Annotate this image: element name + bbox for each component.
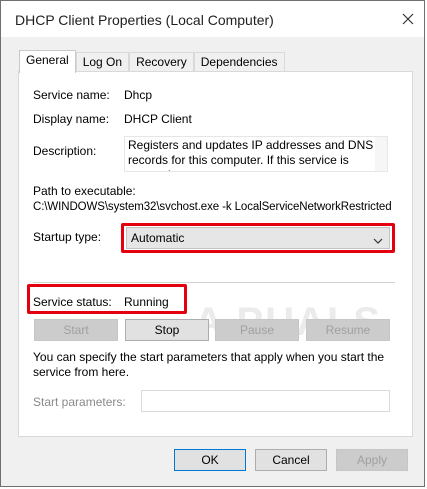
startup-type-label: Startup type: [33, 230, 102, 244]
general-panel: Service name: Dhcp Display name: DHCP Cl… [18, 71, 413, 437]
path-value[interactable]: C:\WINDOWS\system32\svchost.exe -k Local… [33, 201, 395, 213]
description-text: Registers and updates IP addresses and D… [128, 138, 374, 171]
apply-button[interactable]: Apply [336, 449, 408, 471]
display-name-label: Display name: [33, 112, 110, 126]
start-button[interactable]: Start [34, 319, 118, 341]
properties-dialog: DHCP Client Properties (Local Computer) … [0, 0, 425, 487]
description-scrollbar[interactable] [375, 137, 387, 171]
start-params-input[interactable] [141, 390, 390, 412]
stop-button[interactable]: Stop [125, 319, 209, 341]
close-icon[interactable] [400, 11, 416, 27]
tab-general[interactable]: General [19, 50, 76, 73]
startup-type-select[interactable]: Automatic [126, 227, 390, 249]
pause-button[interactable]: Pause [215, 319, 299, 341]
service-name-value: Dhcp [124, 88, 153, 102]
title-bar[interactable]: DHCP Client Properties (Local Computer) [1, 1, 424, 37]
resume-button[interactable]: Resume [306, 319, 390, 341]
startup-type-value: Automatic [131, 231, 185, 245]
service-status-value: Running [124, 295, 169, 309]
window-title: DHCP Client Properties (Local Computer) [15, 12, 274, 28]
chevron-down-icon [373, 234, 383, 244]
tab-dependencies[interactable]: Dependencies [193, 52, 285, 72]
cancel-button[interactable]: Cancel [255, 449, 327, 471]
description-box[interactable]: Registers and updates IP addresses and D… [124, 136, 388, 172]
tab-recovery[interactable]: Recovery [129, 52, 194, 72]
path-label: Path to executable: [33, 184, 136, 198]
ok-button[interactable]: OK [174, 449, 246, 471]
description-label: Description: [33, 144, 97, 158]
tab-strip: General Log On Recovery Dependencies [19, 50, 285, 73]
service-status-label: Service status: [33, 295, 112, 309]
start-params-label: Start parameters: [33, 395, 126, 409]
tab-log-on[interactable]: Log On [75, 52, 130, 72]
display-name-value: DHCP Client [124, 112, 192, 126]
service-name-label: Service name: [33, 88, 110, 102]
start-params-note: You can specify the start parameters tha… [33, 350, 385, 379]
section-divider [33, 282, 395, 283]
